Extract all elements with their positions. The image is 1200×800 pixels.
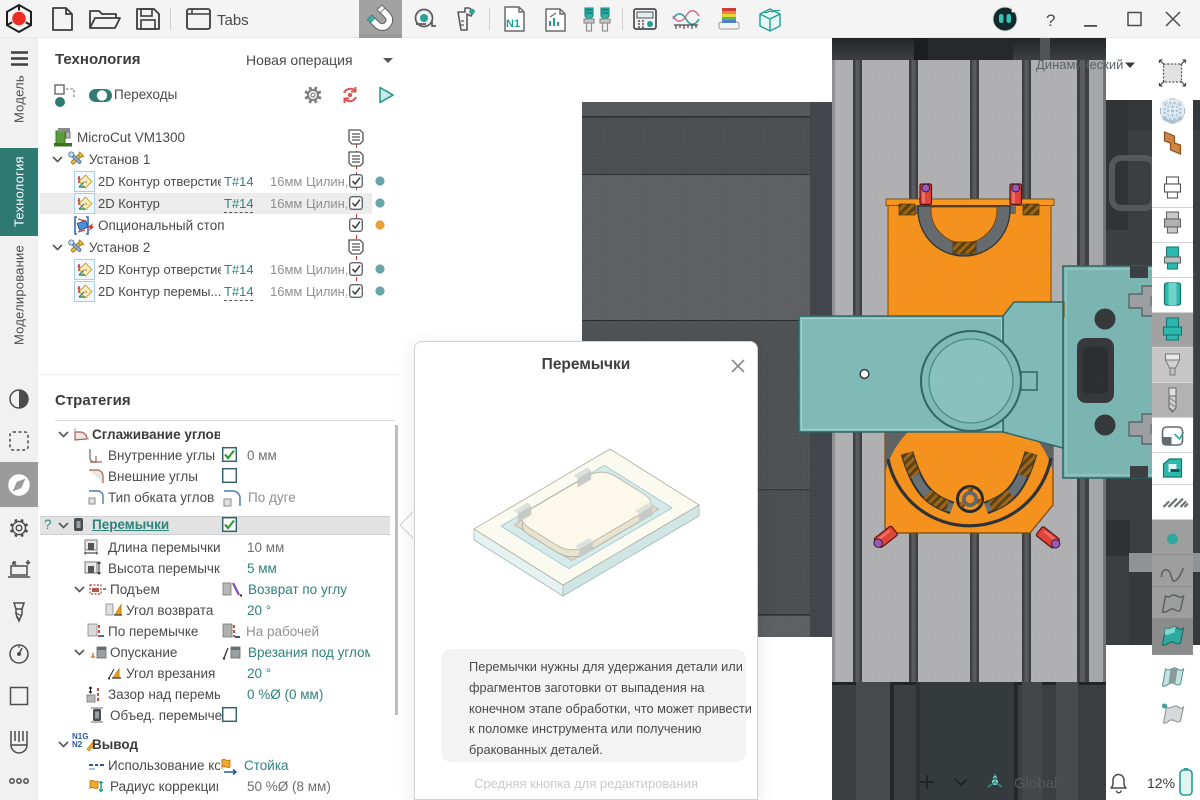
svg-text:?: ? [1046,11,1055,30]
svg-text:Global: Global [1014,775,1057,792]
svg-text:N1: N1 [506,18,520,30]
svg-text:Tabs: Tabs [217,12,249,29]
svg-text:12%: 12% [1147,775,1175,791]
